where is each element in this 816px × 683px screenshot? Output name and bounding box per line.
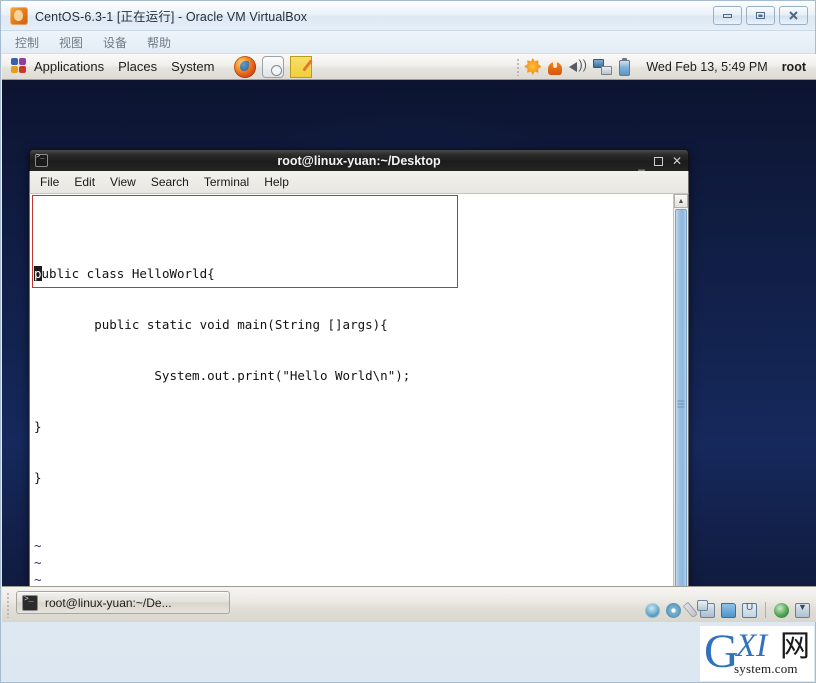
terminal-scrollbar[interactable]: ▲ ▼ [673, 194, 688, 613]
terminal-menu-view[interactable]: View [110, 175, 136, 189]
code-line-5: } [34, 469, 673, 486]
code-line-4: } [34, 418, 673, 435]
vbox-menu-control[interactable]: 控制 [15, 34, 39, 51]
virtualbox-titlebar[interactable]: CentOS-6.3-1 [正在运行] - Oracle VM VirtualB… [1, 1, 815, 31]
scrollbar-thumb[interactable] [675, 209, 687, 598]
software-update-icon[interactable] [524, 58, 541, 75]
terminal-icon [35, 154, 48, 167]
minimize-button[interactable] [713, 6, 742, 25]
terminal-body[interactable]: public class HelloWorld{ public static v… [29, 194, 689, 614]
maximize-button[interactable] [654, 157, 663, 166]
firefox-icon[interactable] [234, 56, 256, 78]
terminal-menu-help[interactable]: Help [264, 175, 289, 189]
code-line-1: public class HelloWorld{ [34, 265, 673, 282]
restore-button[interactable] [746, 6, 775, 25]
watermark-xi: XI [736, 630, 767, 663]
vim-editor-area[interactable]: public class HelloWorld{ public static v… [30, 194, 673, 613]
scrollbar-track[interactable] [674, 208, 688, 599]
panel-username[interactable]: root [782, 60, 806, 74]
gnome-bottom-panel: root@linux-yuan:~/De... [2, 586, 816, 622]
terminal-titlebar[interactable]: root@linux-yuan:~/Desktop _ ✕ [29, 149, 689, 171]
terminal-menubar: File Edit View Search Terminal Help [29, 171, 689, 194]
panel-notification-tray [524, 58, 630, 76]
battery-icon[interactable] [619, 58, 630, 76]
tray-separator [765, 602, 766, 618]
menu-applications[interactable]: Applications [34, 59, 104, 74]
alert-icon[interactable] [548, 58, 562, 75]
screenshot-root: CentOS-6.3-1 [正在运行] - Oracle VM VirtualB… [0, 0, 816, 683]
vim-tilde-marker: ~ [34, 554, 673, 571]
pen-icon[interactable] [683, 602, 699, 619]
watermark: G XI 网 system.com [700, 626, 814, 681]
terminal-menu-file[interactable]: File [40, 175, 59, 189]
terminal-window: root@linux-yuan:~/Desktop _ ✕ File Edit … [29, 149, 689, 614]
menu-system[interactable]: System [171, 59, 214, 74]
text-editor-icon[interactable] [290, 56, 312, 78]
taskbar-tray [645, 602, 810, 618]
disk-icon[interactable] [645, 603, 660, 618]
guest-screen: Applications Places System [2, 54, 816, 622]
terminal-menu-terminal[interactable]: Terminal [204, 175, 249, 189]
panel-clock[interactable]: Wed Feb 13, 5:49 PM [646, 60, 767, 74]
code-line-2: public static void main(String []args){ [34, 316, 673, 333]
taskbar-handle [6, 592, 10, 618]
terminal-menu-search[interactable]: Search [151, 175, 189, 189]
gnome-top-panel: Applications Places System [2, 54, 816, 80]
vim-tilde-marker: ~ [34, 537, 673, 554]
volume-icon[interactable] [569, 59, 586, 74]
folder-icon[interactable] [721, 603, 736, 618]
scrollbar-up-arrow[interactable]: ▲ [674, 194, 688, 208]
centos-applications-logo [11, 58, 28, 75]
terminal-icon [22, 595, 38, 611]
virtualbox-title: CentOS-6.3-1 [正在运行] - Oracle VM VirtualB… [35, 6, 307, 25]
minimize-button[interactable]: _ [638, 158, 645, 170]
globe-icon[interactable] [774, 603, 789, 618]
code-line-3: System.out.print("Hello World\n"); [34, 367, 673, 384]
virtualbox-window: CentOS-6.3-1 [正在运行] - Oracle VM VirtualB… [0, 0, 816, 683]
close-button[interactable]: ✕ [672, 155, 682, 167]
virtualbox-menubar: 控制 视图 设备 帮助 [1, 31, 815, 54]
virtualbox-window-controls [713, 6, 808, 25]
vbox-menu-help[interactable]: 帮助 [147, 34, 171, 51]
panel-launchers [234, 56, 312, 78]
download-icon[interactable] [795, 603, 810, 618]
terminal-menu-edit[interactable]: Edit [74, 175, 95, 189]
vbox-menu-devices[interactable]: 设备 [103, 34, 127, 51]
network-icon[interactable] [593, 59, 612, 75]
cd-icon[interactable] [666, 603, 681, 618]
windows-icon[interactable] [700, 603, 715, 618]
taskbar-window-label: root@linux-yuan:~/De... [45, 596, 172, 610]
vim-cursor: p [34, 266, 42, 281]
watermark-cn: 网 [780, 632, 810, 662]
panel-separator-handle [516, 58, 520, 76]
scrollbar-grip [678, 400, 685, 407]
menu-places[interactable]: Places [118, 59, 157, 74]
watermark-subtitle: system.com [734, 661, 798, 677]
usb-icon[interactable] [742, 603, 757, 618]
evolution-mail-icon[interactable] [262, 56, 284, 78]
vbox-menu-view[interactable]: 视图 [59, 34, 83, 51]
code-line-1-text: ublic class HelloWorld{ [42, 266, 215, 281]
virtualbox-guest-icon [10, 7, 28, 25]
terminal-window-controls: _ ✕ [638, 150, 682, 172]
close-button[interactable] [779, 6, 808, 25]
taskbar-window-button[interactable]: root@linux-yuan:~/De... [16, 591, 230, 614]
terminal-title: root@linux-yuan:~/Desktop [30, 154, 688, 168]
